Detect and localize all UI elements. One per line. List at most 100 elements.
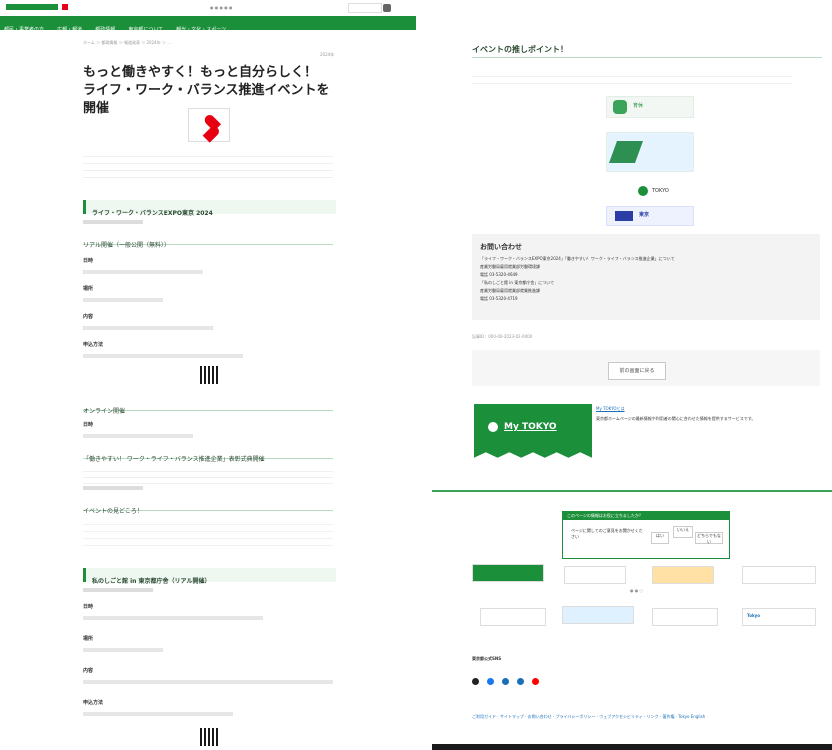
footer-link-4[interactable]: ウェブアクセシビリティ: [599, 714, 643, 719]
footer-link-3[interactable]: プライバシーポリシー: [555, 714, 595, 719]
breadcrumb: ホーム ＞ 都政情報 ＞ 報道発表 ＞ 2024年 ＞ ...: [83, 40, 172, 45]
leaf-icon: [608, 141, 644, 163]
event-points-title: イベントの推しポイント！: [472, 45, 568, 54]
instagram-icon[interactable]: [502, 678, 510, 685]
youtube-icon[interactable]: [532, 678, 540, 685]
contact-line-5: 電話 03-5320-4719: [480, 296, 518, 301]
heart-icon: [197, 113, 221, 137]
date-2-value: [83, 616, 263, 620]
contact-line-3: 「私のしごと館 in 東京都庁舎」について: [480, 280, 555, 285]
label-apply: 申込方法: [83, 342, 104, 348]
label-apply-2: 申込方法: [83, 700, 104, 706]
footer-banner-7[interactable]: [652, 608, 718, 626]
survey-no-button[interactable]: いいえ: [673, 526, 693, 538]
content-2-value: [83, 680, 333, 684]
contact-line-0: 「ライフ・ワーク・バランスEXPO東京2024」「働きやすい！ワーク・ライフ・バ…: [480, 256, 675, 261]
mytokyo-crowd-illustration: [474, 452, 592, 462]
footer-link-5[interactable]: リンク: [647, 714, 659, 719]
contact-box: お問い合わせ 「ライフ・ワーク・バランスEXPO東京2024」「働きやすい！ワー…: [472, 234, 820, 320]
sns-title: 東京都公式SNS: [472, 656, 502, 661]
site-logo[interactable]: [6, 4, 58, 10]
left-page: ● ● ● ● ● 都民・事業者の方 広報・報道 都政情報 東京都について 観光…: [0, 0, 416, 750]
label-date-online: 日時: [83, 422, 94, 428]
sns-icons: [472, 670, 542, 689]
event-logo: [188, 108, 230, 142]
footer-banner-2[interactable]: [564, 566, 626, 584]
logo-1-text: 育休: [633, 103, 644, 109]
right-page: イベントの推しポイント！ 育休 TOKYO 東京 お問い合わせ 「ライフ・ワーク…: [416, 0, 832, 750]
logo-4-text: 東京: [639, 212, 650, 218]
logo-4: 東京: [606, 206, 694, 226]
line-icon[interactable]: [517, 678, 525, 685]
tokyo-logo-icon: [615, 211, 633, 221]
green-badge-icon: [638, 186, 648, 196]
place-2-value: [83, 648, 163, 652]
footer-link-1[interactable]: サイトマップ: [500, 714, 524, 719]
survey-question: ページに関してのご意見をお聞かせください: [571, 528, 643, 539]
contact-line-2: 電話 03-5320-4649: [480, 272, 518, 277]
survey-header-text: このページの情報はお役に立ちましたか？: [567, 513, 643, 518]
subheading-online: オンライン開催: [83, 398, 333, 415]
footer-banner-3[interactable]: [652, 566, 714, 584]
subheading-award: 「働きやすい！ ワーク・ライフ・バランス推進企業」表彰式典開催: [83, 446, 333, 463]
footer-link-7[interactable]: Tokyo English: [678, 714, 705, 719]
mytokyo-title: My TOKYO: [504, 422, 557, 432]
top-bar: ● ● ● ● ●: [0, 0, 416, 16]
utility-links[interactable]: ● ● ● ● ●: [210, 5, 233, 11]
logo-1: 育休: [606, 96, 694, 118]
date-value: [83, 270, 203, 274]
footer-banner-6[interactable]: [562, 606, 634, 624]
mytokyo-desc: 東京都ホームページの最新情報や利用者の関心に合わせた情報を提供するサービスです。: [596, 416, 756, 421]
award-tag-row: [83, 486, 143, 490]
footer-banner-4[interactable]: [742, 566, 816, 584]
search-input[interactable]: [348, 3, 382, 13]
footer-banner-8-text: Tokyo: [747, 613, 760, 618]
points-text: [83, 518, 333, 552]
carousel-dots[interactable]: ● ● ○: [630, 588, 643, 594]
publish-date: 2024年: [320, 52, 335, 57]
footer-link-2[interactable]: お問い合わせ: [528, 714, 552, 719]
nav-item-2[interactable]: 都政情報: [91, 27, 119, 33]
logo-3-text: TOKYO: [652, 188, 669, 194]
facebook-icon[interactable]: [487, 678, 495, 685]
survey-header: このページの情報はお役に立ちましたか？: [563, 512, 729, 520]
x-icon[interactable]: [472, 678, 479, 685]
footer-link-6[interactable]: 著作権: [662, 714, 674, 719]
survey-yes-button[interactable]: はい: [651, 532, 669, 544]
nav-item-3[interactable]: 東京都について: [124, 27, 167, 33]
label-content-2: 内容: [83, 668, 94, 674]
label-date: 日時: [83, 258, 94, 264]
back-button[interactable]: 前の画面に戻る: [608, 362, 666, 380]
contact-line-1: 産業労働局雇用就業部労働環境課: [480, 264, 540, 269]
label-date-2: 日時: [83, 604, 94, 610]
nav-item-1[interactable]: 広報・報道: [53, 27, 86, 33]
section-heading-work-museum: 私のしごと館 in 東京都庁舎（リアル開催）: [83, 568, 336, 585]
site-mark-icon: [62, 4, 68, 10]
logo-2: [606, 132, 694, 172]
work-museum-tag-row: [83, 588, 153, 592]
survey-box: このページの情報はお役に立ちましたか？ ページに関してのご意見をお聞かせください…: [562, 511, 730, 559]
place-value: [83, 298, 163, 302]
footer-banner-5[interactable]: [480, 608, 546, 626]
footer-link-0[interactable]: ご利用ガイド: [472, 714, 496, 719]
date-online-value: [83, 434, 193, 438]
event-points-text: [472, 70, 792, 88]
survey-neutral-button[interactable]: どちらでもない: [695, 532, 723, 544]
subheading-points: イベントの見どころ！: [83, 498, 333, 515]
award-text: [83, 466, 333, 484]
contact-title: お問い合わせ: [480, 243, 522, 251]
mytokyo-banner[interactable]: My TOKYO: [474, 404, 592, 462]
mytokyo-link[interactable]: My TOKYOとは: [596, 406, 625, 412]
global-nav: 都民・事業者の方 広報・報道 都政情報 東京都について 観光・文化・スポーツ: [0, 16, 416, 33]
event-points-divider: [472, 57, 822, 58]
nav-item-0[interactable]: 都民・事業者の方: [0, 27, 48, 33]
article-id: 記事ID：000-00-2023-02-0000: [472, 334, 533, 339]
apply-value: [83, 354, 243, 358]
label-place-2: 場所: [83, 636, 94, 642]
nav-item-4[interactable]: 観光・文化・スポーツ: [172, 27, 230, 33]
footer-banner-1[interactable]: [472, 564, 544, 582]
search-icon[interactable]: [383, 4, 391, 12]
footer-divider: [432, 490, 832, 492]
footer-banner-8[interactable]: Tokyo: [742, 608, 816, 626]
flower-icon: [613, 100, 627, 114]
